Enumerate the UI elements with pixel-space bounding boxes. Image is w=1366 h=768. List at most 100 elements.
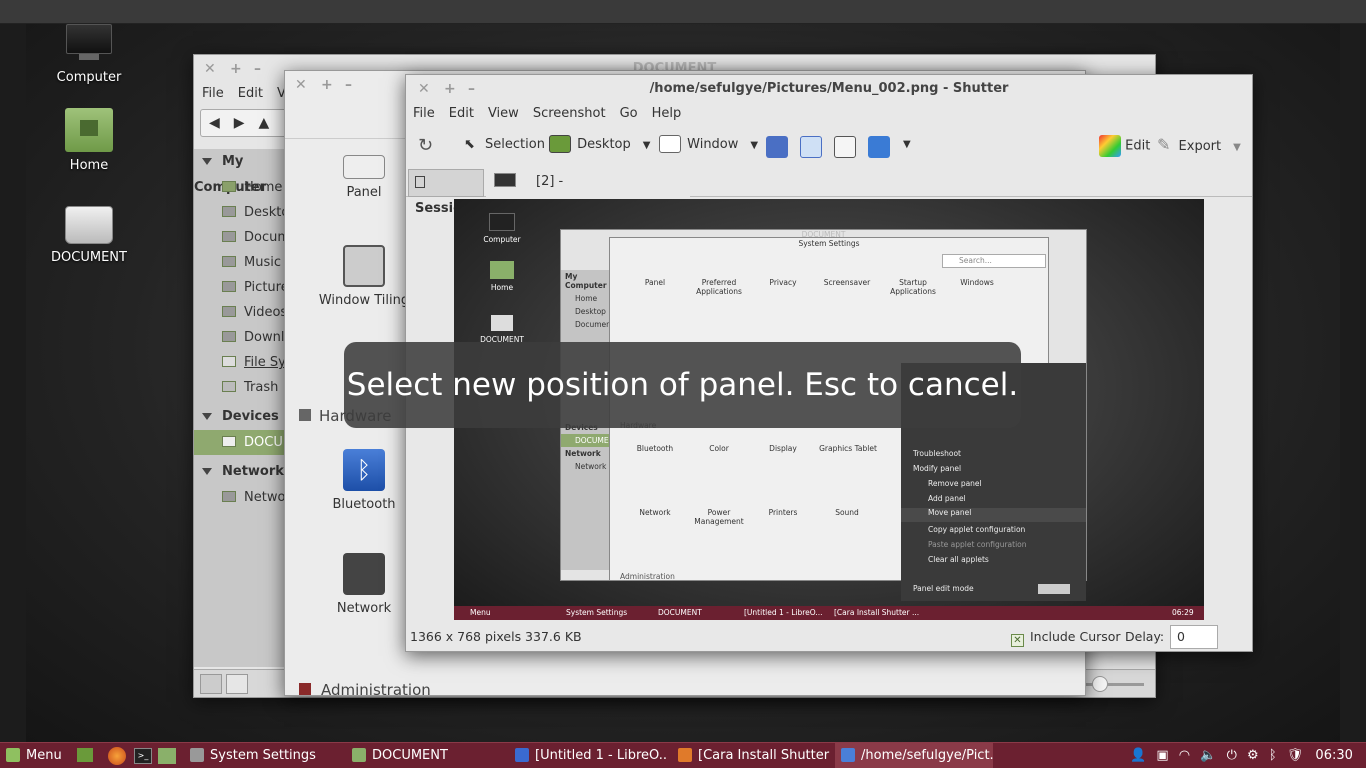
shield-icon[interactable]: 🛡 [1287,743,1304,768]
web-capture-icon[interactable] [834,136,856,158]
export-button[interactable]: ✎ Export ▼ [1157,135,1241,154]
writer-icon [515,748,529,762]
desktop-button[interactable]: Desktop ▼ [549,135,650,153]
session-icon [415,176,425,188]
tab-image[interactable]: [2] - Menu_002.png✖ [486,169,690,215]
compass-icon[interactable] [868,136,890,158]
sidebar-item-documents[interactable]: Documents [194,225,285,250]
firefox-icon[interactable] [108,747,126,765]
window-button[interactable]: Window ▼ [659,135,758,153]
sidebar-section-devices[interactable]: Devices [194,404,285,430]
taskbar: Menu >_ System Settings DOCUMENT [Untitl… [0,742,1366,768]
minimize-icon[interactable]: – [345,71,352,99]
chevron-down-icon[interactable]: ▼ [903,139,911,150]
taskbar-item-firefox[interactable]: [Cara Install Shutter ... [672,743,830,768]
preview-desktop-home: Home [474,261,530,292]
taskbar-item-libreoffice[interactable]: [Untitled 1 - LibreO... [509,743,667,768]
mint-logo-icon [6,748,20,762]
wifi-icon[interactable]: ◠ [1179,743,1190,768]
delay-spinner[interactable]: 0 [1170,625,1218,649]
minimize-icon[interactable]: – [468,75,475,103]
sidebar-section-network[interactable]: Network [194,459,285,485]
menu-file[interactable]: File [413,103,435,125]
system-tray: 👤 ▣ ◠ 🔈 ⏻ ⚙ ᛒ 🛡 06:30 [1124,743,1353,768]
sidebar-item-document-drive[interactable]: DOCUMENT [194,430,285,455]
shutter-status-bar: 1366 x 768 pixels 337.6 KB ✕ Include Curs… [406,623,1252,651]
maximize-icon[interactable]: + [321,71,333,99]
bluetooth-icon[interactable]: ᛒ [1269,743,1277,768]
sidebar-item-trash[interactable]: Trash [194,375,285,400]
tiling-icon [343,245,385,287]
menu-capture-icon[interactable] [766,136,788,158]
taskbar-item-document[interactable]: DOCUMENT [346,743,504,768]
show-desktop-icon[interactable] [77,748,93,762]
sidebar-item-network[interactable]: Network [194,485,285,510]
sidebar-item-filesystem[interactable]: File System [194,350,285,375]
preview-search-field: Search... [942,254,1046,268]
clock[interactable]: 06:30 [1315,743,1352,768]
tree-toggle-icon[interactable] [226,674,248,694]
edit-button[interactable]: Edit [1099,135,1150,157]
panel-icon [343,155,385,179]
user-icon[interactable]: 👤 [1130,743,1146,768]
sidebar-item-downloads[interactable]: Downloads [194,325,285,350]
taskbar-item-shutter[interactable]: /home/sefulgye/Pict... [835,743,993,768]
menu-help[interactable]: Help [652,103,682,125]
include-cursor-checkbox[interactable]: ✕ Include Cursor [1011,623,1121,651]
sidebar-section-my-computer[interactable]: My Computer [194,149,285,195]
cursor-icon: ⬉ [464,137,475,152]
tooltip-capture-icon[interactable] [800,136,822,158]
desktop-icon-label: DOCUMENT [51,250,127,265]
desktop-icon-home[interactable]: Home [34,108,144,173]
window-title: /home/sefulgye/Pictures/Menu_002.png - S… [649,81,1009,96]
close-icon[interactable]: ✕ [204,55,216,83]
overlay-message: Select new position of panel. Esc to can… [346,367,1019,403]
menu-screenshot[interactable]: Screenshot [533,103,606,125]
menu-go[interactable]: Go [620,103,638,125]
tab-strip: Session [2] - Menu_002.png✖ [406,167,1252,216]
places-toggle-icon[interactable] [200,674,222,694]
selection-button[interactable]: ⬉ Selection [464,137,545,152]
update-icon[interactable]: ⚙ [1247,743,1259,768]
terminal-icon[interactable]: >_ [134,748,152,764]
menu-button[interactable]: Menu [0,743,70,768]
power-icon[interactable]: ⏻ [1227,743,1237,768]
edit-icon [1099,135,1121,157]
close-icon[interactable]: ✕ [295,71,307,99]
delay-label: Delay: [1125,629,1165,644]
menu-view[interactable]: View [488,103,519,125]
menu-edit[interactable]: Edit [238,83,263,105]
section-administration: Administration [299,681,431,699]
desktop-icon-label: Computer [56,70,122,85]
top-bar [0,0,1366,24]
maximize-icon[interactable]: + [444,75,456,103]
thumbnail-icon [494,173,516,187]
settings-icon [190,748,204,762]
desktop-icon-computer[interactable]: Computer [34,24,144,85]
minimize-icon[interactable]: – [254,55,261,83]
volume-icon[interactable]: 🔈 [1200,743,1216,768]
menu-file[interactable]: File [202,83,224,105]
desktop-icon-document[interactable]: DOCUMENT [34,206,144,265]
preview-taskbar: Menu System Settings DOCUMENT [Untitled … [454,606,1204,620]
taskbar-item-system-settings[interactable]: System Settings [184,743,342,768]
desktop-icon [549,135,571,153]
image-info: 1366 x 768 pixels 337.6 KB [410,629,582,644]
drive-icon [65,206,113,244]
computer-icon [65,24,113,64]
files-icon[interactable] [158,748,176,764]
sidebar-item-videos[interactable]: Videos [194,300,285,325]
menu-edit[interactable]: Edit [449,103,474,125]
close-icon[interactable]: ✕ [418,75,430,103]
chevron-down-icon: ▼ [642,139,651,151]
bluetooth-icon: ᛒ [343,449,385,491]
tab-session[interactable]: Session [408,169,484,216]
nav-buttons[interactable]: ◀▶▲ [200,109,290,137]
desktop-icon-label: Home [69,158,109,173]
sidebar-item-pictures[interactable]: Pictures [194,275,285,300]
maximize-icon[interactable]: + [230,55,242,83]
redo-icon[interactable]: ↻ [418,135,433,156]
sidebar-item-music[interactable]: Music [194,250,285,275]
sidebar-item-desktop[interactable]: Desktop [194,200,285,225]
clipboard-icon[interactable]: ▣ [1156,743,1168,768]
